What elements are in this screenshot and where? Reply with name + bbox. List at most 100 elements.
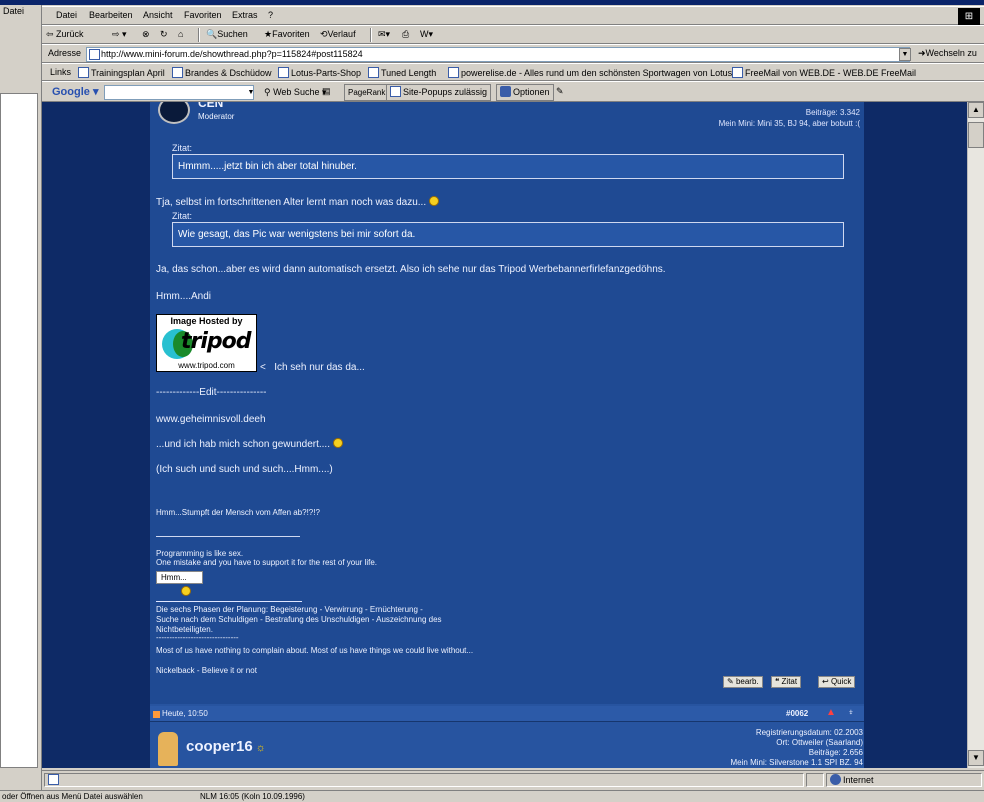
link-item[interactable]: FreeMail von WEB.DE - WEB.DE FreeMail [732, 67, 916, 78]
posts-count: Beiträge: 2.656 [808, 748, 863, 757]
post-text-line: (Ich such und such und such....Hmm....) [156, 464, 333, 475]
tripod-hosted-text: Image Hosted by [170, 316, 243, 326]
google-dropdown-button[interactable]: ▼ [246, 86, 256, 99]
print-icon[interactable]: ⎙ [402, 29, 409, 40]
links-label: Links [50, 67, 72, 77]
search-button[interactable]: 🔍Suchen [206, 29, 248, 40]
page-icon [172, 67, 183, 78]
address-input[interactable]: http://www.mini-forum.de/showthread.php?… [86, 47, 910, 62]
post-icon [153, 711, 160, 718]
popup-icon [390, 86, 401, 97]
menu-favoriten[interactable]: Favoriten [184, 10, 222, 20]
username[interactable]: CEN [198, 102, 223, 110]
smiley-icon [178, 586, 191, 597]
next-post-dateline: Heute, 10:50 #0062 ▲ ⍖ [150, 706, 864, 722]
car-info: Mein Mini: Mini 35, BJ 94, aber bobutt :… [718, 119, 860, 128]
reply-icon: ↩ [822, 677, 831, 686]
signature-line: Programming is like sex. [156, 549, 244, 558]
menu-bearbeiten[interactable]: Bearbeiten [89, 10, 133, 20]
stop-icon[interactable]: ⊗ [142, 29, 150, 40]
background-pane [0, 93, 38, 768]
quick-reply-button[interactable]: ↩ Quick [818, 676, 856, 688]
tripod-wordmark: tripod [181, 329, 252, 354]
address-label: Adresse [48, 48, 82, 58]
quote-box: Hmmm.....jetzt bin ich aber total hinube… [172, 154, 844, 179]
post-text-line: < Ich seh nur das da... [260, 362, 365, 373]
background-window: Datei [0, 0, 42, 802]
background-status-text: NLM 16:05 (Koln 10.09.1996) [200, 792, 305, 801]
menu-ansicht[interactable]: Ansicht [143, 10, 173, 20]
go-button[interactable]: ➜Wechseln zu [918, 48, 977, 59]
background-titlebar [0, 0, 42, 5]
signature-line: Nickelback - Believe it or not [156, 666, 257, 675]
report-icon[interactable]: ▲ [826, 707, 836, 718]
ip-icon[interactable]: ⍖ [848, 707, 854, 718]
tripod-banner-image[interactable]: Image Hosted by tripod www.tripod.com [156, 314, 257, 372]
username[interactable]: cooper16 ☼ [186, 738, 266, 755]
history-button[interactable]: ⟲Verlauf [320, 29, 356, 40]
menu-extras[interactable]: Extras [232, 10, 258, 20]
signature-divider [156, 601, 302, 602]
link-item[interactable]: Brandes & Dschüdow [172, 67, 272, 78]
web-search-button[interactable]: ⚲ Web Suche ▾ [264, 87, 327, 98]
scroll-thumb[interactable] [968, 122, 984, 148]
google-toolbar: Google ▾ ▼ ⚲ Web Suche ▾ ▤ PageRank Site… [42, 81, 984, 102]
forum-post: CEN Moderator Beiträge: 3.342 Mein Mini:… [150, 102, 864, 704]
signature-line: Most of us have nothing to complain abou… [156, 646, 474, 655]
google-logo[interactable]: Google ▾ [52, 85, 98, 98]
post-number[interactable]: #0062 [786, 709, 808, 718]
scroll-down-button[interactable]: ▼ [968, 750, 984, 766]
home-icon[interactable]: ⌂ [178, 29, 183, 39]
menu-bar: Datei Bearbeiten Ansicht Favoriten Extra… [42, 6, 984, 25]
refresh-icon[interactable]: ↻ [160, 29, 168, 40]
binoculars-icon: ⚲ [264, 87, 274, 97]
menu-help[interactable]: ? [268, 10, 273, 20]
favorites-button[interactable]: ★Favoriten [264, 29, 310, 40]
smiley-icon [333, 438, 343, 448]
user-location: Ort: Ottweiler (Saarland) [776, 738, 863, 747]
vertical-scrollbar[interactable]: ▲ ▼ [967, 102, 984, 768]
links-bar: Links Trainingsplan April Brandes & Dsch… [42, 63, 984, 81]
tripod-url: www.tripod.com [178, 361, 235, 370]
link-item[interactable]: powerelise.de - Alles rund um den schöns… [448, 67, 737, 78]
taskbar-strip: oder Öffnen aus Menü Datei auswählen NLM… [0, 790, 984, 802]
user-role: Moderator [198, 112, 235, 121]
status-bar: Internet [42, 770, 984, 788]
menu-datei[interactable]: Datei [56, 10, 77, 20]
popup-blocker-button[interactable]: Site-Popups zulässig [386, 84, 492, 101]
forward-button[interactable]: ⇨ ▾ [112, 29, 127, 40]
google-search-input[interactable] [104, 85, 254, 100]
edit-icon[interactable]: W▾ [420, 29, 433, 40]
edit-icon: ✎ [727, 677, 736, 686]
scroll-up-button[interactable]: ▲ [968, 102, 984, 118]
signature-divider [156, 536, 300, 537]
page-icon [278, 67, 289, 78]
hmm-image: Hmm... [156, 571, 203, 584]
background-menu-file[interactable]: Datei [3, 6, 24, 16]
back-button[interactable]: ⇦ Zurück [46, 29, 84, 40]
browser-window: Datei Bearbeiten Ansicht Favoriten Extra… [42, 0, 984, 790]
page-icon [732, 67, 743, 78]
online-bulb-icon: ☼ [252, 742, 266, 754]
mail-icon[interactable]: ✉▾ [378, 29, 390, 40]
post-date: Heute, 10:50 [153, 709, 208, 718]
status-cell [806, 773, 824, 787]
quote-post-button[interactable]: ❝ Zitat [771, 676, 802, 688]
link-item[interactable]: Tuned Length [368, 67, 436, 78]
link-item[interactable]: Trainingsplan April [78, 67, 165, 78]
signature-line: Suche nach dem Schuldigen - Bestrafung d… [156, 615, 442, 624]
user-avatar [158, 102, 190, 124]
post-text-line: ...und ich hab mich schon gewundert.... [156, 438, 343, 450]
pencil-icon[interactable]: ✎ [556, 86, 564, 97]
pagerank-button[interactable]: PageRank [344, 84, 390, 101]
globe-icon [830, 774, 841, 785]
address-dropdown-button[interactable]: ▼ [899, 48, 911, 61]
link-item[interactable]: Lotus-Parts-Shop [278, 67, 361, 78]
signature-line: Die sechs Phasen der Planung: Begeisteru… [156, 605, 423, 614]
post-link[interactable]: www.geheimnisvoll.deeh [156, 414, 266, 425]
options-button[interactable]: Optionen [496, 84, 554, 101]
toolbar-separator [198, 28, 200, 42]
news-icon[interactable]: ▤ [322, 86, 331, 97]
post-text-line: Hmm....Andi [156, 291, 212, 302]
edit-post-button[interactable]: ✎ bearb. [723, 676, 763, 688]
